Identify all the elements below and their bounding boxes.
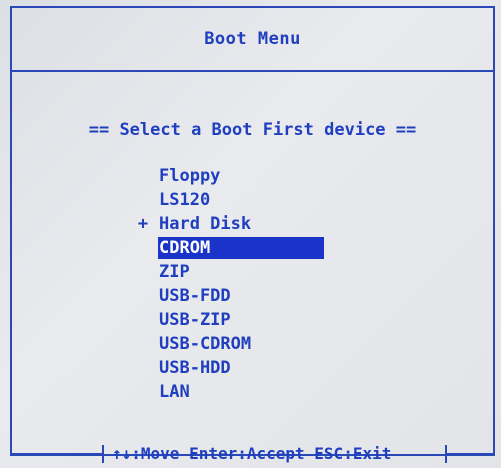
- footer-help-bar: ↑↓:Move Enter:Accept ESC:Exit: [10, 442, 495, 466]
- boot-device-usb-hdd[interactable]: USB-HDD: [132, 356, 297, 380]
- boot-menu-window: Boot Menu == Select a Boot First device …: [10, 6, 495, 463]
- footer-help-text: ↑↓:Move Enter:Accept ESC:Exit: [112, 444, 392, 463]
- device-label: USB-ZIP: [159, 310, 231, 330]
- device-label: USB-FDD: [159, 286, 231, 306]
- expand-marker: +: [137, 214, 149, 234]
- device-label: Hard Disk: [159, 214, 252, 234]
- footer-divider: [102, 445, 104, 463]
- boot-device-list: Floppy LS120 + Hard Disk CDROM ZIP USB-F…: [132, 164, 324, 404]
- boot-device-usb-cdrom[interactable]: USB-CDROM: [132, 332, 297, 356]
- boot-device-hard-disk[interactable]: + Hard Disk: [132, 212, 297, 236]
- boot-device-ls120[interactable]: LS120: [132, 188, 297, 212]
- boot-device-heading: == Select a Boot First device ==: [88, 120, 417, 140]
- boot-device-usb-fdd[interactable]: USB-FDD: [132, 284, 297, 308]
- bios-screen: Boot Menu == Select a Boot First device …: [0, 0, 501, 468]
- boot-device-floppy[interactable]: Floppy: [132, 164, 297, 188]
- title-bar: Boot Menu: [12, 8, 493, 72]
- device-label: Floppy: [159, 166, 221, 186]
- device-label: LAN: [159, 382, 190, 402]
- device-label-selected: CDROM: [158, 237, 324, 259]
- footer-divider: [447, 453, 495, 455]
- boot-device-zip[interactable]: ZIP: [132, 260, 297, 284]
- device-label: USB-HDD: [159, 358, 231, 378]
- device-label: USB-CDROM: [159, 334, 252, 354]
- boot-device-usb-zip[interactable]: USB-ZIP: [132, 308, 297, 332]
- device-label: LS120: [159, 190, 211, 210]
- boot-device-cdrom[interactable]: CDROM: [132, 236, 324, 260]
- footer-divider: [10, 453, 102, 455]
- boot-device-lan[interactable]: LAN: [132, 380, 297, 404]
- window-title: Boot Menu: [204, 29, 301, 49]
- device-label: ZIP: [159, 262, 190, 282]
